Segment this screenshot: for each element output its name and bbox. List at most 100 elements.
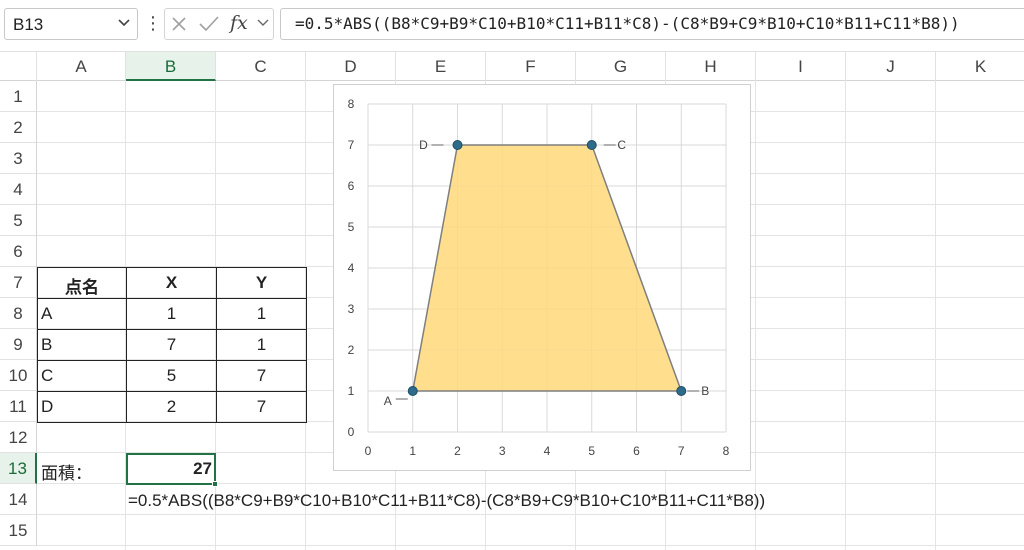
cell-value: 1: [256, 335, 267, 354]
x-tick-label: 2: [454, 444, 461, 458]
cell-value: 1: [166, 304, 177, 323]
column-header-i[interactable]: I: [756, 52, 846, 81]
gridline: [845, 81, 846, 550]
y-tick-label: 6: [348, 179, 355, 193]
y-tick-label: 4: [348, 261, 355, 275]
table-cell[interactable]: 1: [216, 329, 307, 361]
point-label-c: C: [617, 138, 626, 152]
header-label: 点名: [65, 278, 99, 297]
area-label: 面積：: [41, 464, 92, 483]
x-tick-label: 8: [723, 444, 730, 458]
column-header-c[interactable]: C: [216, 52, 306, 81]
table-cell[interactable]: 1: [126, 298, 217, 330]
data-point-b: [676, 386, 687, 396]
data-point-a: [407, 386, 418, 396]
column-header-d[interactable]: D: [306, 52, 396, 81]
header-label: X: [165, 273, 178, 292]
gridline: [37, 545, 1024, 546]
x-tick-label: 3: [499, 444, 506, 458]
row-header-2[interactable]: 2: [0, 112, 37, 143]
function-icon[interactable]: fx: [230, 8, 256, 38]
column-header-g[interactable]: G: [576, 52, 666, 81]
column-header-j[interactable]: J: [846, 52, 936, 81]
row-header-12[interactable]: 12: [0, 422, 37, 453]
table-cell[interactable]: A: [37, 298, 127, 330]
active-cell-border: [126, 453, 216, 485]
cell-value: 7: [166, 335, 177, 354]
chevron-down-icon[interactable]: [256, 14, 270, 30]
cell-value: 1: [256, 304, 267, 323]
column-header-bar: ABCDEFGHIJK: [0, 51, 1024, 81]
data-point-d: [452, 140, 463, 150]
table-cell[interactable]: 7: [216, 360, 307, 392]
table-header-cell[interactable]: 点名: [37, 267, 127, 299]
cell-value: 7: [256, 397, 267, 416]
y-tick-label: 8: [348, 97, 355, 111]
row-header-11[interactable]: 11: [0, 391, 37, 422]
chevron-down-icon[interactable]: [116, 14, 132, 30]
cell-value: 5: [166, 366, 177, 385]
y-tick-label: 2: [348, 343, 355, 357]
x-tick-label: 4: [544, 444, 551, 458]
table-header-cell[interactable]: Y: [216, 267, 307, 299]
y-tick-label: 7: [348, 138, 355, 152]
table-cell[interactable]: 2: [126, 391, 217, 423]
y-tick-label: 1: [348, 384, 355, 398]
row-header-10[interactable]: 10: [0, 360, 37, 391]
row-header-9[interactable]: 9: [0, 329, 37, 360]
chart-canvas: 0 1 2 3 4 5 6 7 8 0 1 2 3 4 5 6 7 8 A B C D: [348, 97, 730, 458]
select-all-corner[interactable]: [0, 52, 37, 81]
point-table: 点名 X Y A 1 1 B 7 1 C 5 7 D 2 7: [37, 267, 307, 423]
header-label: Y: [255, 273, 268, 292]
x-tick-label: 7: [678, 444, 685, 458]
cell-value: D: [41, 397, 54, 416]
row-header-1[interactable]: 1: [0, 81, 37, 112]
table-cell[interactable]: 1: [216, 298, 307, 330]
cell-value: 7: [256, 366, 267, 385]
table-cell[interactable]: 7: [216, 391, 307, 423]
y-tick-label: 3: [348, 302, 355, 316]
table-cell[interactable]: 7: [126, 329, 217, 361]
cell-value: C: [41, 366, 54, 385]
table-cell[interactable]: C: [37, 360, 127, 392]
x-tick-label: 6: [633, 444, 640, 458]
point-label-b: B: [701, 384, 709, 398]
column-header-e[interactable]: E: [396, 52, 486, 81]
column-header-b[interactable]: B: [126, 52, 216, 81]
formula-input[interactable]: =0.5*ABS((B8*C9+B9*C10+B10*C11+B11*C8)-(…: [280, 8, 1024, 40]
column-header-f[interactable]: F: [486, 52, 576, 81]
y-tick-label: 0: [348, 425, 355, 439]
gridline: [755, 81, 756, 550]
row-header-4[interactable]: 4: [0, 174, 37, 205]
row-header-5[interactable]: 5: [0, 205, 37, 236]
table-cell[interactable]: D: [37, 391, 127, 423]
cancel-icon[interactable]: [170, 14, 188, 34]
point-label-a: A: [384, 394, 392, 408]
scatter-chart[interactable]: 0 1 2 3 4 5 6 7 8 0 1 2 3 4 5 6 7 8 A B C D: [333, 84, 751, 471]
x-tick-label: 5: [588, 444, 595, 458]
more-options-icon[interactable]: ⋮: [144, 10, 162, 38]
column-header-h[interactable]: H: [666, 52, 756, 81]
cell-value: B: [41, 335, 53, 354]
fill-handle[interactable]: [212, 481, 218, 487]
row-header-7[interactable]: 7: [0, 267, 37, 298]
row-header-8[interactable]: 8: [0, 298, 37, 329]
row-header-3[interactable]: 3: [0, 143, 37, 174]
table-header-cell[interactable]: X: [126, 267, 217, 299]
row-header-13[interactable]: 13: [0, 453, 37, 484]
table-cell[interactable]: 5: [126, 360, 217, 392]
row-header-6[interactable]: 6: [0, 236, 37, 267]
cell-value: A: [41, 304, 53, 323]
column-header-a[interactable]: A: [37, 52, 126, 81]
cell-value: 2: [166, 397, 177, 416]
row-header-15[interactable]: 15: [0, 515, 37, 546]
row-header-14[interactable]: 14: [0, 484, 37, 515]
formula-text-cell[interactable]: =0.5*ABS((B8*C9+B9*C10+B10*C11+B11*C8)-(…: [128, 491, 765, 511]
column-header-k[interactable]: K: [936, 52, 1024, 81]
gridline: [37, 514, 1024, 515]
table-cell[interactable]: B: [37, 329, 127, 361]
y-tick-label: 5: [348, 220, 355, 234]
check-icon[interactable]: [198, 14, 220, 34]
gridline: [935, 81, 936, 550]
point-label-d: D: [419, 138, 428, 152]
